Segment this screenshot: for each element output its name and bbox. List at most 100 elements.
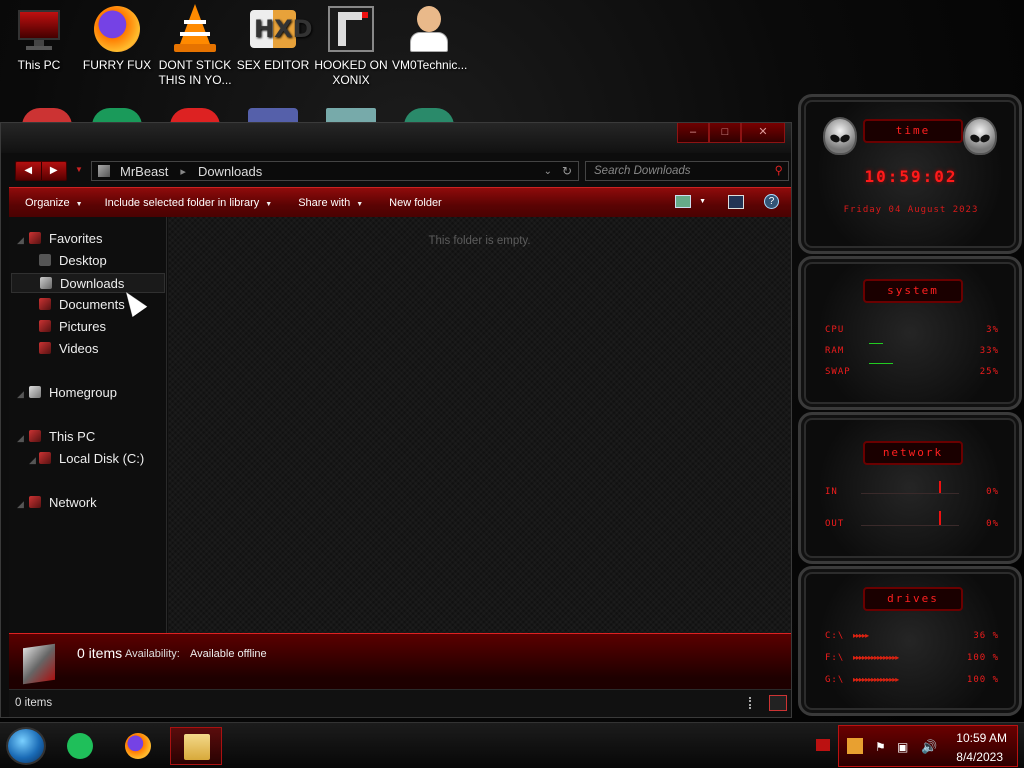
availability-value: Available offline (190, 648, 267, 660)
action-center-flag-icon[interactable]: ⚑ (875, 740, 889, 754)
homegroup-icon (29, 386, 41, 398)
pictures-icon (39, 320, 51, 332)
minimize-button[interactable]: – (677, 123, 709, 143)
ram-meter (869, 343, 883, 344)
window-title-bar[interactable]: – □ ✕ (1, 123, 791, 153)
breadcrumb-root[interactable]: MrBeast (120, 164, 168, 179)
nav-pictures[interactable]: Pictures (39, 317, 106, 337)
network-out-value: 0% (986, 519, 999, 529)
file-list-area[interactable]: This folder is empty. (168, 217, 791, 633)
taskbar-app-notes[interactable] (54, 727, 106, 765)
include-in-library-button[interactable]: Include selected folder in library ▼ (105, 197, 273, 209)
cpu-label: CPU (825, 325, 845, 335)
taskbar: ⚑ ▣ 🔊 10:59 AM 8/4/2023 (0, 722, 1024, 768)
alien-head-icon (963, 117, 997, 155)
nav-desktop[interactable]: Desktop (39, 251, 107, 271)
nav-label: Downloads (60, 276, 125, 291)
tray-clock-date[interactable]: 8/4/2023 (956, 750, 1003, 764)
show-hidden-icons-icon[interactable] (816, 739, 830, 751)
system-gadget[interactable]: system CPU 3% RAM 33% SWAP 25% (798, 256, 1022, 410)
preview-pane-icon[interactable] (728, 194, 744, 209)
share-label: Share with (298, 196, 351, 209)
network-gadget[interactable]: network IN 0% OUT 0% (798, 412, 1022, 564)
chevron-down-icon[interactable]: ▼ (699, 198, 706, 205)
desktop-icon-xonix[interactable]: HOOKED ON XONIX (314, 4, 388, 88)
nav-network[interactable]: Network (29, 493, 97, 513)
chevron-right-icon[interactable]: ▸ (180, 165, 186, 178)
network-out-spike (939, 511, 941, 525)
volume-icon[interactable]: 🔊 (921, 739, 937, 754)
nav-buttons: ◀ ▶ (15, 161, 67, 181)
drive-g-label: G:\ (825, 675, 845, 685)
expand-icon[interactable]: ◢ (17, 389, 24, 400)
nav-label: Pictures (59, 319, 106, 334)
gadget-title: network (863, 441, 963, 465)
search-icon[interactable]: ⚲ (775, 162, 783, 180)
desktop-folder-icon (39, 254, 51, 266)
help-icon[interactable]: ? (764, 194, 779, 209)
network-icon[interactable]: ▣ (897, 740, 911, 754)
expand-icon[interactable]: ◢ (29, 455, 36, 466)
nav-this-pc[interactable]: This PC (29, 427, 95, 447)
forward-button[interactable]: ▶ (40, 162, 67, 180)
tray-app-icon[interactable] (847, 738, 863, 754)
change-view-icon[interactable] (675, 195, 692, 208)
large-icons-view-icon[interactable] (769, 695, 787, 711)
desktop-icon-vlc[interactable]: DONT STICK THIS IN YO... (158, 4, 232, 88)
taskbar-app-explorer[interactable] (170, 727, 222, 765)
drive-c-label: C:\ (825, 631, 845, 641)
network-icon (29, 496, 41, 508)
nav-downloads[interactable]: Downloads (11, 273, 165, 293)
ram-value: 33% (979, 346, 999, 356)
details-view-icon[interactable] (749, 697, 763, 709)
address-bar[interactable]: MrBeast ▸ Downloads ⌄ ↻ (91, 161, 579, 181)
downloads-folder-icon (23, 643, 55, 685)
back-button[interactable]: ◀ (16, 162, 41, 180)
desktop-icon-label: SEX EDITOR (236, 58, 310, 72)
nav-documents[interactable]: Documents (39, 295, 125, 315)
gadget-clock: 10:59:02 (864, 167, 958, 186)
desktop-icon-vm0[interactable]: VM0Technic... (392, 4, 467, 73)
share-with-button[interactable]: Share with ▼ (298, 197, 363, 209)
swap-meter (869, 363, 893, 364)
chevron-down-icon: ▼ (75, 200, 83, 208)
status-bar: 0 items (9, 689, 791, 717)
search-input[interactable]: Search Downloads ⚲ (585, 161, 789, 181)
expand-icon[interactable]: ◢ (17, 433, 24, 444)
network-in-value: 0% (986, 487, 999, 497)
nav-local-disk[interactable]: Local Disk (C:) (39, 449, 144, 469)
nav-homegroup[interactable]: Homegroup (29, 383, 117, 403)
status-item-count: 0 items (15, 697, 53, 709)
explorer-window: – □ ✕ ◀ ▶ ▼ MrBeast ▸ Downloads ⌄ ↻ Sear… (0, 122, 792, 718)
xonix-game-icon (326, 4, 376, 54)
close-button[interactable]: ✕ (741, 123, 785, 143)
start-button[interactable] (6, 727, 46, 765)
recent-locations-dropdown[interactable]: ▼ (75, 165, 83, 174)
network-in-label: IN (825, 487, 838, 497)
organize-button[interactable]: Organize ▼ (25, 197, 83, 209)
navigation-row: ◀ ▶ ▼ MrBeast ▸ Downloads ⌄ ↻ Search Dow… (15, 159, 789, 183)
chevron-down-icon[interactable]: ⌄ (544, 166, 552, 177)
drive-icon (39, 452, 51, 464)
nav-videos[interactable]: Videos (39, 339, 99, 359)
desktop-icon-this-pc[interactable]: This PC (2, 4, 76, 73)
folder-icon (98, 165, 110, 177)
drive-c-value: 36 % (973, 631, 999, 641)
nav-label: Network (49, 495, 97, 510)
maximize-button[interactable]: □ (709, 123, 741, 143)
breadcrumb-current[interactable]: Downloads (198, 164, 262, 179)
time-gadget[interactable]: time 10:59:02 Friday 04 August 2023 (798, 94, 1022, 254)
chevron-down-icon: ▼ (356, 200, 364, 208)
refresh-icon[interactable]: ↻ (562, 164, 572, 178)
notes-app-icon (67, 733, 93, 759)
details-pane: 0 items Availability: Available offline (9, 633, 791, 689)
new-folder-button[interactable]: New folder (389, 197, 442, 209)
expand-icon[interactable]: ◢ (17, 235, 24, 246)
drives-gadget[interactable]: drives C:\ ▸▸▸▸▸ 36 % F:\ ▸▸▸▸▸▸▸▸▸▸▸▸▸▸… (798, 566, 1022, 716)
taskbar-app-firefox[interactable] (112, 727, 164, 765)
expand-icon[interactable]: ◢ (17, 499, 24, 510)
tray-clock-time[interactable]: 10:59 AM (956, 731, 1007, 745)
desktop-icon-firefox[interactable]: FURRY FUX (80, 4, 154, 73)
nav-favorites[interactable]: Favorites (29, 229, 102, 249)
desktop-icon-hex-editor[interactable]: HXD SEX EDITOR (236, 4, 313, 73)
